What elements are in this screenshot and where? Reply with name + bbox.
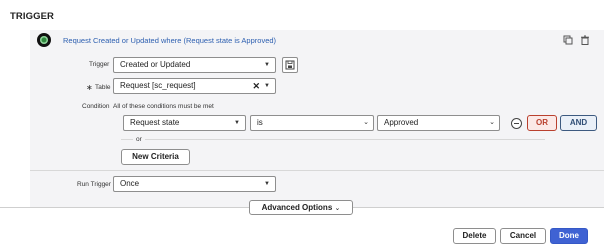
trigger-label: Trigger xyxy=(89,61,110,68)
condition-value-value: Approved xyxy=(384,118,419,127)
trigger-summary-link[interactable]: Request Created or Updated where (Reques… xyxy=(63,36,276,45)
chevron-down-icon: ⌄ xyxy=(363,119,369,126)
table-label: Table xyxy=(95,84,111,91)
advanced-options-toggle[interactable]: Advanced Options ⌄ xyxy=(249,200,353,215)
delete-button[interactable]: Delete xyxy=(453,228,496,244)
or-button[interactable]: OR xyxy=(527,115,557,131)
status-indicator-icon xyxy=(37,33,51,47)
condition-operator-value: is xyxy=(257,118,263,127)
condition-field-value: Request state xyxy=(130,118,180,127)
condition-hint: All of these conditions must be met xyxy=(113,103,214,110)
trash-icon[interactable] xyxy=(579,35,591,47)
chevron-down-icon: ⌄ xyxy=(334,205,341,212)
caret-down-icon: ▼ xyxy=(264,83,270,89)
run-trigger-label: Run Trigger xyxy=(77,181,111,188)
or-separator-label: or xyxy=(133,136,145,143)
new-criteria-button[interactable]: New Criteria xyxy=(121,149,190,165)
save-icon xyxy=(285,60,295,70)
clear-icon[interactable]: ✕ xyxy=(252,79,260,93)
section-title: TRIGGER xyxy=(10,11,54,22)
remove-condition-icon[interactable] xyxy=(511,118,522,129)
cancel-button[interactable]: Cancel xyxy=(500,228,546,244)
chevron-down-icon: ⌄ xyxy=(489,119,495,126)
condition-value-select[interactable]: Approved ⌄ xyxy=(377,115,500,131)
copy-icon-glyph xyxy=(563,35,573,45)
or-divider xyxy=(121,139,545,140)
section-divider xyxy=(30,170,604,171)
condition-field-select[interactable]: Request state ▼ xyxy=(123,115,246,131)
save-button[interactable] xyxy=(282,57,298,73)
trigger-editor: TRIGGER Request Created or Updated where… xyxy=(0,0,604,249)
caret-down-icon: ▼ xyxy=(234,120,240,126)
caret-down-icon: ▼ xyxy=(264,62,270,68)
trigger-select[interactable]: Created or Updated ▼ xyxy=(113,57,276,73)
run-trigger-select[interactable]: Once ▼ xyxy=(113,176,276,192)
table-select[interactable]: Request [sc_request] ✕ ▼ xyxy=(113,78,276,94)
trigger-select-value: Created or Updated xyxy=(120,60,191,69)
copy-icon[interactable] xyxy=(562,35,574,47)
condition-operator-select[interactable]: is ⌄ xyxy=(250,115,374,131)
and-button[interactable]: AND xyxy=(560,115,597,131)
advanced-options-label: Advanced Options xyxy=(261,203,333,212)
required-marker: ∗ xyxy=(86,83,93,92)
done-button[interactable]: Done xyxy=(550,228,588,244)
run-trigger-value: Once xyxy=(120,179,140,188)
caret-down-icon: ▼ xyxy=(264,181,270,187)
trash-icon-glyph xyxy=(581,35,589,45)
condition-label: Condition xyxy=(82,103,110,110)
table-select-value: Request [sc_request] xyxy=(120,81,196,90)
